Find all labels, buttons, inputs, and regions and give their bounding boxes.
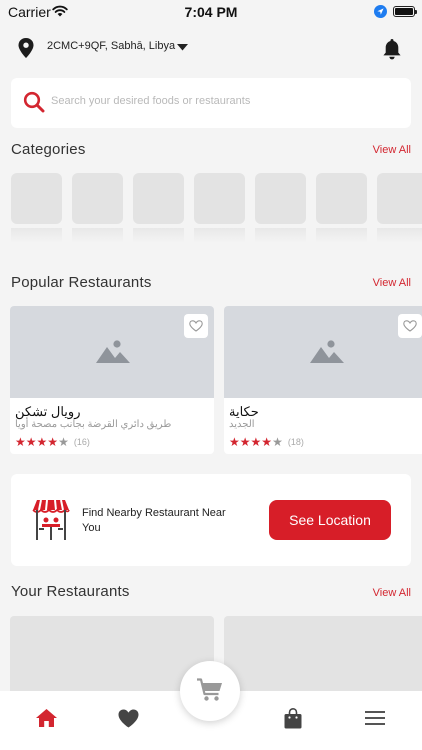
search-icon: [23, 91, 45, 113]
category-label-placeholder: [72, 228, 123, 243]
star-empty-icon: ★: [272, 435, 283, 449]
your-restaurants-view-all-link[interactable]: View All: [373, 587, 411, 599]
star-filled-icon: ★: [47, 435, 59, 449]
home-icon[interactable]: [36, 709, 57, 727]
category-placeholder[interactable]: [72, 173, 123, 224]
star-filled-icon: ★: [250, 435, 262, 449]
category-placeholder[interactable]: [377, 173, 422, 224]
star-filled-icon: ★: [261, 435, 273, 449]
category-label-placeholder: [133, 228, 184, 243]
star-filled-icon: ★: [25, 435, 37, 449]
star-filled-icon: ★: [15, 435, 26, 449]
rating-stars: ★★★★★ (16): [15, 433, 90, 449]
clock: 7:04 PM: [184, 4, 238, 20]
popular-view-all-link[interactable]: View All: [373, 277, 411, 289]
star-filled-icon: ★: [229, 435, 240, 449]
restaurant-image: [10, 306, 214, 398]
battery-icon: [393, 6, 417, 17]
heart-outline-icon: [403, 320, 417, 332]
chevron-down-icon[interactable]: [177, 44, 188, 51]
location-services-icon: [374, 5, 387, 18]
favorite-button[interactable]: [184, 314, 208, 338]
image-placeholder-icon: [96, 340, 130, 363]
rating-stars: ★★★★★ (18): [229, 433, 304, 449]
restaurant-card[interactable]: رويال تشكن طريق دائري القرضة بجانب مصحة …: [10, 306, 214, 454]
search-bar[interactable]: Search your desired foods or restaurants: [11, 78, 411, 128]
cart-icon: [197, 678, 222, 701]
category-label-placeholder: [11, 228, 62, 243]
restaurant-address: الجديد: [229, 419, 255, 430]
category-placeholder[interactable]: [133, 173, 184, 224]
search-input[interactable]: Search your desired foods or restaurants: [51, 95, 250, 107]
status-bar: Carrier 7:04 PM: [0, 0, 422, 24]
restaurant-table-icon: [32, 499, 70, 540]
map-pin-icon[interactable]: [18, 38, 34, 58]
category-placeholder[interactable]: [255, 173, 306, 224]
category-placeholder[interactable]: [316, 173, 367, 224]
category-label-placeholder: [316, 228, 367, 243]
shopping-bag-icon[interactable]: [284, 708, 302, 729]
find-nearby-promo: Find Nearby Restaurant Near You See Loca…: [11, 474, 411, 566]
heart-icon[interactable]: [118, 709, 139, 728]
review-count: (16): [73, 437, 90, 447]
category-label-placeholder: [377, 228, 422, 243]
restaurant-name: رويال تشكن: [15, 404, 81, 419]
star-filled-icon: ★: [36, 435, 48, 449]
restaurant-image: [224, 306, 422, 398]
see-location-button[interactable]: See Location: [269, 500, 391, 540]
image-placeholder-icon: [310, 340, 344, 363]
star-filled-icon: ★: [239, 435, 251, 449]
category-placeholder[interactable]: [11, 173, 62, 224]
cart-button[interactable]: [180, 661, 240, 721]
restaurant-card[interactable]: حكاية الجديد ★★★★★ (18): [224, 306, 422, 454]
bell-icon[interactable]: [382, 38, 402, 60]
promo-text: Find Nearby Restaurant Near You: [82, 507, 226, 534]
category-placeholder[interactable]: [194, 173, 245, 224]
category-label-placeholder: [194, 228, 245, 243]
categories-view-all-link[interactable]: View All: [373, 144, 411, 156]
restaurant-address: طريق دائري القرضة بجانب مصحة أويا: [15, 419, 172, 430]
popular-restaurants-title: Popular Restaurants: [11, 274, 152, 291]
heart-outline-icon: [189, 320, 203, 332]
category-label-placeholder: [255, 228, 306, 243]
your-restaurants-title: Your Restaurants: [11, 583, 130, 600]
restaurant-name: حكاية: [229, 404, 259, 419]
favorite-button[interactable]: [398, 314, 422, 338]
review-count: (18): [287, 437, 304, 447]
categories-title: Categories: [11, 141, 86, 158]
delivery-location[interactable]: 2CMC+9QF, Sabhā, Libya: [47, 40, 175, 52]
hamburger-menu-icon[interactable]: [365, 711, 385, 725]
star-empty-icon: ★: [58, 435, 69, 449]
